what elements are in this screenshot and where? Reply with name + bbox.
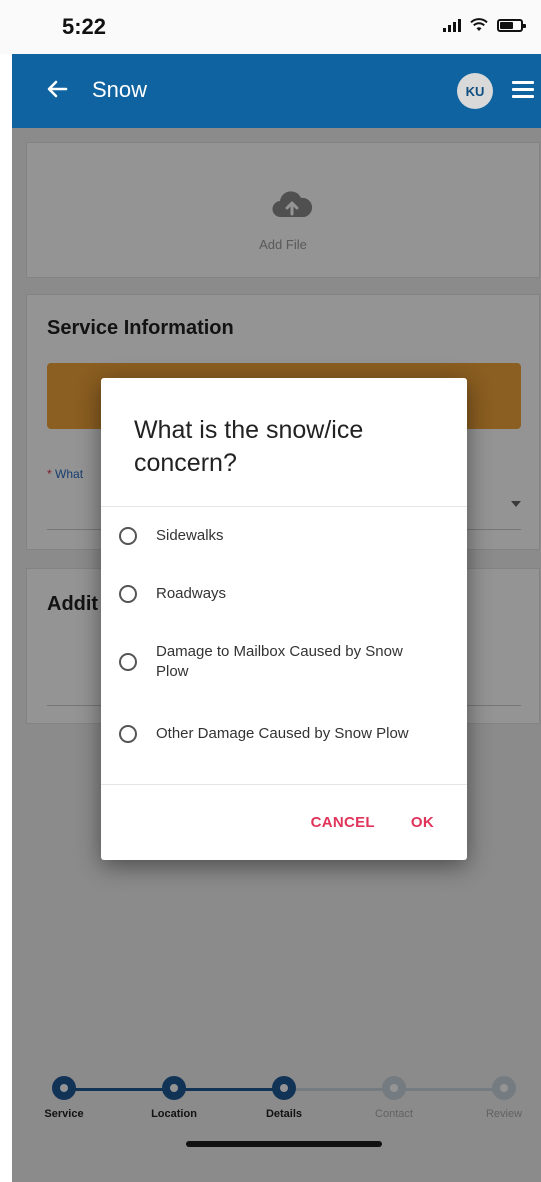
option-label: Other Damage Caused by Snow Plow bbox=[156, 725, 409, 742]
app-bar: Snow KU bbox=[12, 54, 541, 128]
home-indicator[interactable] bbox=[186, 1141, 382, 1147]
radio-button-icon[interactable] bbox=[119, 725, 137, 743]
signal-icon bbox=[443, 18, 461, 32]
option-other-damage[interactable]: Other Damage Caused by Snow Plow bbox=[119, 724, 449, 744]
radio-button-icon[interactable] bbox=[119, 585, 137, 603]
page-title: Snow bbox=[92, 77, 148, 102]
dialog-divider bbox=[101, 506, 467, 507]
wifi-icon bbox=[470, 18, 488, 31]
arrow-left-icon[interactable] bbox=[44, 76, 70, 102]
option-roadways[interactable]: Roadways bbox=[119, 584, 449, 604]
radio-button-icon[interactable] bbox=[119, 653, 137, 671]
option-label: Roadways bbox=[156, 585, 227, 602]
battery-icon bbox=[497, 18, 526, 32]
status-time: 5:22 bbox=[62, 14, 107, 39]
option-label: Sidewalks bbox=[156, 527, 224, 544]
dialog-title: What is the snow/ice concern? bbox=[134, 416, 364, 477]
option-sidewalks[interactable]: Sidewalks bbox=[119, 526, 449, 546]
option-label: Damage to Mailbox Caused by Snow Plow bbox=[156, 643, 403, 680]
status-icons bbox=[443, 18, 526, 32]
cancel-button[interactable]: CANCEL bbox=[311, 814, 375, 831]
radio-button-icon[interactable] bbox=[119, 527, 137, 545]
option-damage-mailbox[interactable]: Damage to Mailbox Caused by Snow Plow bbox=[119, 642, 449, 682]
hamburger-menu-icon[interactable] bbox=[512, 81, 534, 99]
dialog-divider bbox=[101, 784, 467, 785]
ok-button[interactable]: OK bbox=[411, 814, 434, 831]
avatar[interactable]: KU bbox=[457, 73, 493, 109]
concern-dialog: What is the snow/ice concern? Sidewalks … bbox=[101, 378, 467, 860]
status-bar: 5:22 bbox=[0, 0, 541, 54]
dialog-actions: CANCEL OK bbox=[311, 814, 434, 831]
